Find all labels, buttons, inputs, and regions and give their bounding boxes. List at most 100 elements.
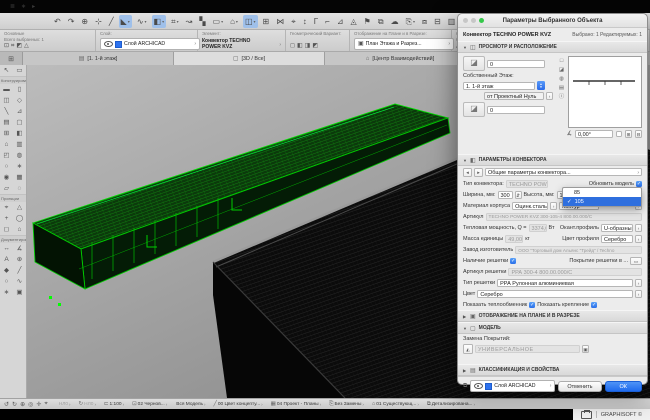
construct-tool-icon[interactable]: ▥ <box>13 139 26 150</box>
document-tool-icon[interactable]: ∡ <box>13 243 26 254</box>
view-tab[interactable]: ⌂ [Центр Взаимодействий] <box>325 52 476 65</box>
eye-icon[interactable] <box>104 41 113 47</box>
toolbar-icon[interactable]: ⊹ <box>93 15 104 28</box>
statusbar-dropdown[interactable]: ↻ НЛ0 › <box>79 401 96 408</box>
construct-tool-icon[interactable]: ╲ <box>0 106 13 117</box>
toolbox-section-projection[interactable]: Проекции <box>0 194 26 202</box>
reference-level-select[interactable]: от Проектный Нуль › <box>463 92 553 100</box>
toolbar-icon[interactable]: ▭ <box>211 15 226 28</box>
chevron-right-icon[interactable]: › <box>635 290 642 298</box>
construct-tool-icon[interactable]: ▱ <box>0 183 13 194</box>
mirror-checkbox[interactable] <box>616 131 622 137</box>
construct-tool-icon[interactable]: ▤ <box>0 117 13 128</box>
construct-tool-icon[interactable]: ◌ <box>13 183 26 194</box>
selection-handle[interactable] <box>58 303 61 306</box>
toolbar-icon[interactable]: ▥ <box>446 15 458 28</box>
preview-mode-icon[interactable]: ◪ <box>559 67 564 73</box>
projection-tool-icon[interactable]: △ <box>13 202 26 213</box>
construct-tool-icon[interactable]: ⊞ <box>0 128 13 139</box>
grille-coating-button[interactable]: ▭ <box>630 257 642 265</box>
close-button[interactable] <box>463 18 468 23</box>
width-stepper[interactable]: ⇵ <box>515 191 522 199</box>
statusbar-dropdown[interactable]: Вся Модель › <box>175 401 205 408</box>
construct-tool-icon[interactable]: ▬ <box>0 84 13 95</box>
grille-color-select[interactable]: Серебро <box>477 290 633 298</box>
construct-tool-icon[interactable]: ▢ <box>13 117 26 128</box>
document-tool-icon[interactable]: ∿ <box>13 276 26 287</box>
toolbar-icon[interactable]: ⎘ <box>404 15 417 28</box>
projection-tool-icon[interactable]: ⌂ <box>13 224 26 235</box>
toolbar-icon[interactable]: ⧈ <box>420 15 429 28</box>
statusbar-icon[interactable]: ↺ <box>4 401 9 408</box>
profile-select[interactable]: U-образный <box>601 224 633 232</box>
toolbox-section-document[interactable]: Документирование <box>0 235 26 243</box>
preview-mode-icon[interactable]: ▤ <box>559 85 564 91</box>
flip-button[interactable]: ⊟ <box>635 130 642 138</box>
element-select[interactable]: Конвектор TECHNO POWER KVZ › <box>202 39 281 50</box>
floor-plan-display-select[interactable]: ▣ План Этажа и Разрез... › <box>354 38 454 50</box>
construct-tool-icon[interactable]: ▦ <box>13 172 26 183</box>
toolbar-icon[interactable]: ⊟ <box>432 15 443 28</box>
statusbar-dropdown[interactable]: ╱ 00 Цвет концепту... › <box>214 401 263 408</box>
statusbar-dropdown[interactable]: ⊡ 02 Чернов... › <box>132 401 167 408</box>
view-tab[interactable]: ▢ [3D / Все] <box>174 52 325 65</box>
show-mount-checkbox[interactable] <box>591 302 597 308</box>
toolbar-icon[interactable]: ╱ <box>107 15 116 28</box>
width-field[interactable]: 300 <box>498 191 513 199</box>
document-tool-icon[interactable]: ○ <box>0 276 13 287</box>
tab-overview-button[interactable]: ⊞ <box>0 52 23 65</box>
section-convector-params[interactable]: ▼ ◧ ПАРАМЕТРЫ КОНВЕКТОРА <box>458 154 647 166</box>
construct-tool-icon[interactable]: ⌂ <box>0 139 13 150</box>
grille-type-select[interactable]: РРА Рулонная алюминиевая <box>497 279 633 287</box>
toolbar-icon[interactable]: ◧ <box>152 15 167 28</box>
printer-icon[interactable] <box>581 411 592 419</box>
geometry-variant-icon[interactable]: ◧ <box>297 42 303 50</box>
projection-tool-icon[interactable]: ◯ <box>13 213 26 224</box>
preview-mode-icon[interactable]: ⓘ <box>559 94 565 100</box>
toolbar-icon[interactable]: ☁ <box>389 15 401 28</box>
select-tool-icon[interactable]: ↖ <box>0 65 13 76</box>
statusbar-icon[interactable]: ✛ <box>36 401 41 408</box>
toolbar-icon[interactable]: ⚑ <box>362 15 373 28</box>
toolbar-icon[interactable]: ↕ <box>301 15 309 28</box>
next-page-button[interactable]: ▸ <box>474 168 483 177</box>
chevron-right-icon[interactable]: › <box>635 224 642 232</box>
projection-tool-icon[interactable]: ⌖ <box>0 202 13 213</box>
chevron-right-icon[interactable]: › <box>546 92 553 100</box>
layer-select[interactable]: Слой ARCHICAD › <box>100 38 200 50</box>
toolbar-icon[interactable]: ∿ <box>135 15 149 28</box>
material-select[interactable]: Оцинк.сталь <box>512 202 548 210</box>
statusbar-icon[interactable]: ⊕ <box>20 401 25 408</box>
toolbar-icon[interactable]: ↶ <box>52 15 63 28</box>
zoom-button[interactable] <box>479 18 484 23</box>
rotation-angle-field[interactable]: 0,00° <box>575 130 613 138</box>
toolbar-icon[interactable]: ↷ <box>66 15 77 28</box>
show-heat-exchanger-checkbox[interactable] <box>529 302 535 308</box>
preview-mode-icon[interactable]: ◍ <box>559 76 564 82</box>
view-tab[interactable]: ▤ [1. 1-й этаж] <box>23 52 174 65</box>
toolbar-icon[interactable]: ⊕ <box>79 15 90 28</box>
statusbar-dropdown[interactable]: ⎘ Без Замены › <box>329 401 364 408</box>
construct-tool-icon[interactable]: ∗ <box>13 161 26 172</box>
document-tool-icon[interactable]: ◆ <box>0 265 13 276</box>
minimize-button[interactable] <box>471 18 476 23</box>
statusbar-dropdown[interactable]: ⊏ 1:100 › <box>104 401 124 408</box>
height-option[interactable]: 85 <box>563 188 641 197</box>
own-storey-select[interactable]: 1. 1-й этаж ▲▼ <box>463 81 553 90</box>
geometry-variant-icon[interactable]: ◨ <box>305 42 311 50</box>
eye-icon[interactable] <box>474 383 483 389</box>
document-tool-icon[interactable]: ↔ <box>0 243 13 254</box>
chevron-right-icon[interactable]: › <box>550 202 557 210</box>
paint-bucket-icon[interactable]: ◭ <box>463 344 473 354</box>
construct-tool-icon[interactable]: ◍ <box>13 150 26 161</box>
toolbar-icon[interactable]: ⋈ <box>274 15 286 28</box>
mirror-button[interactable]: ⊞ <box>625 130 632 138</box>
update-model-checkbox[interactable] <box>636 181 642 187</box>
toolbar-icon[interactable]: ⌖ <box>289 15 298 28</box>
top-elevation-field[interactable]: 0 <box>487 60 545 68</box>
statusbar-dropdown[interactable]: НЛ0 › <box>58 401 71 408</box>
dialog-layer-select[interactable]: Слой ARCHICAD › <box>470 380 555 392</box>
preview-mode-icon[interactable]: □ <box>560 58 563 64</box>
toolbar-icon[interactable]: ◣ <box>119 15 132 28</box>
construct-tool-icon[interactable]: ◉ <box>0 172 13 183</box>
